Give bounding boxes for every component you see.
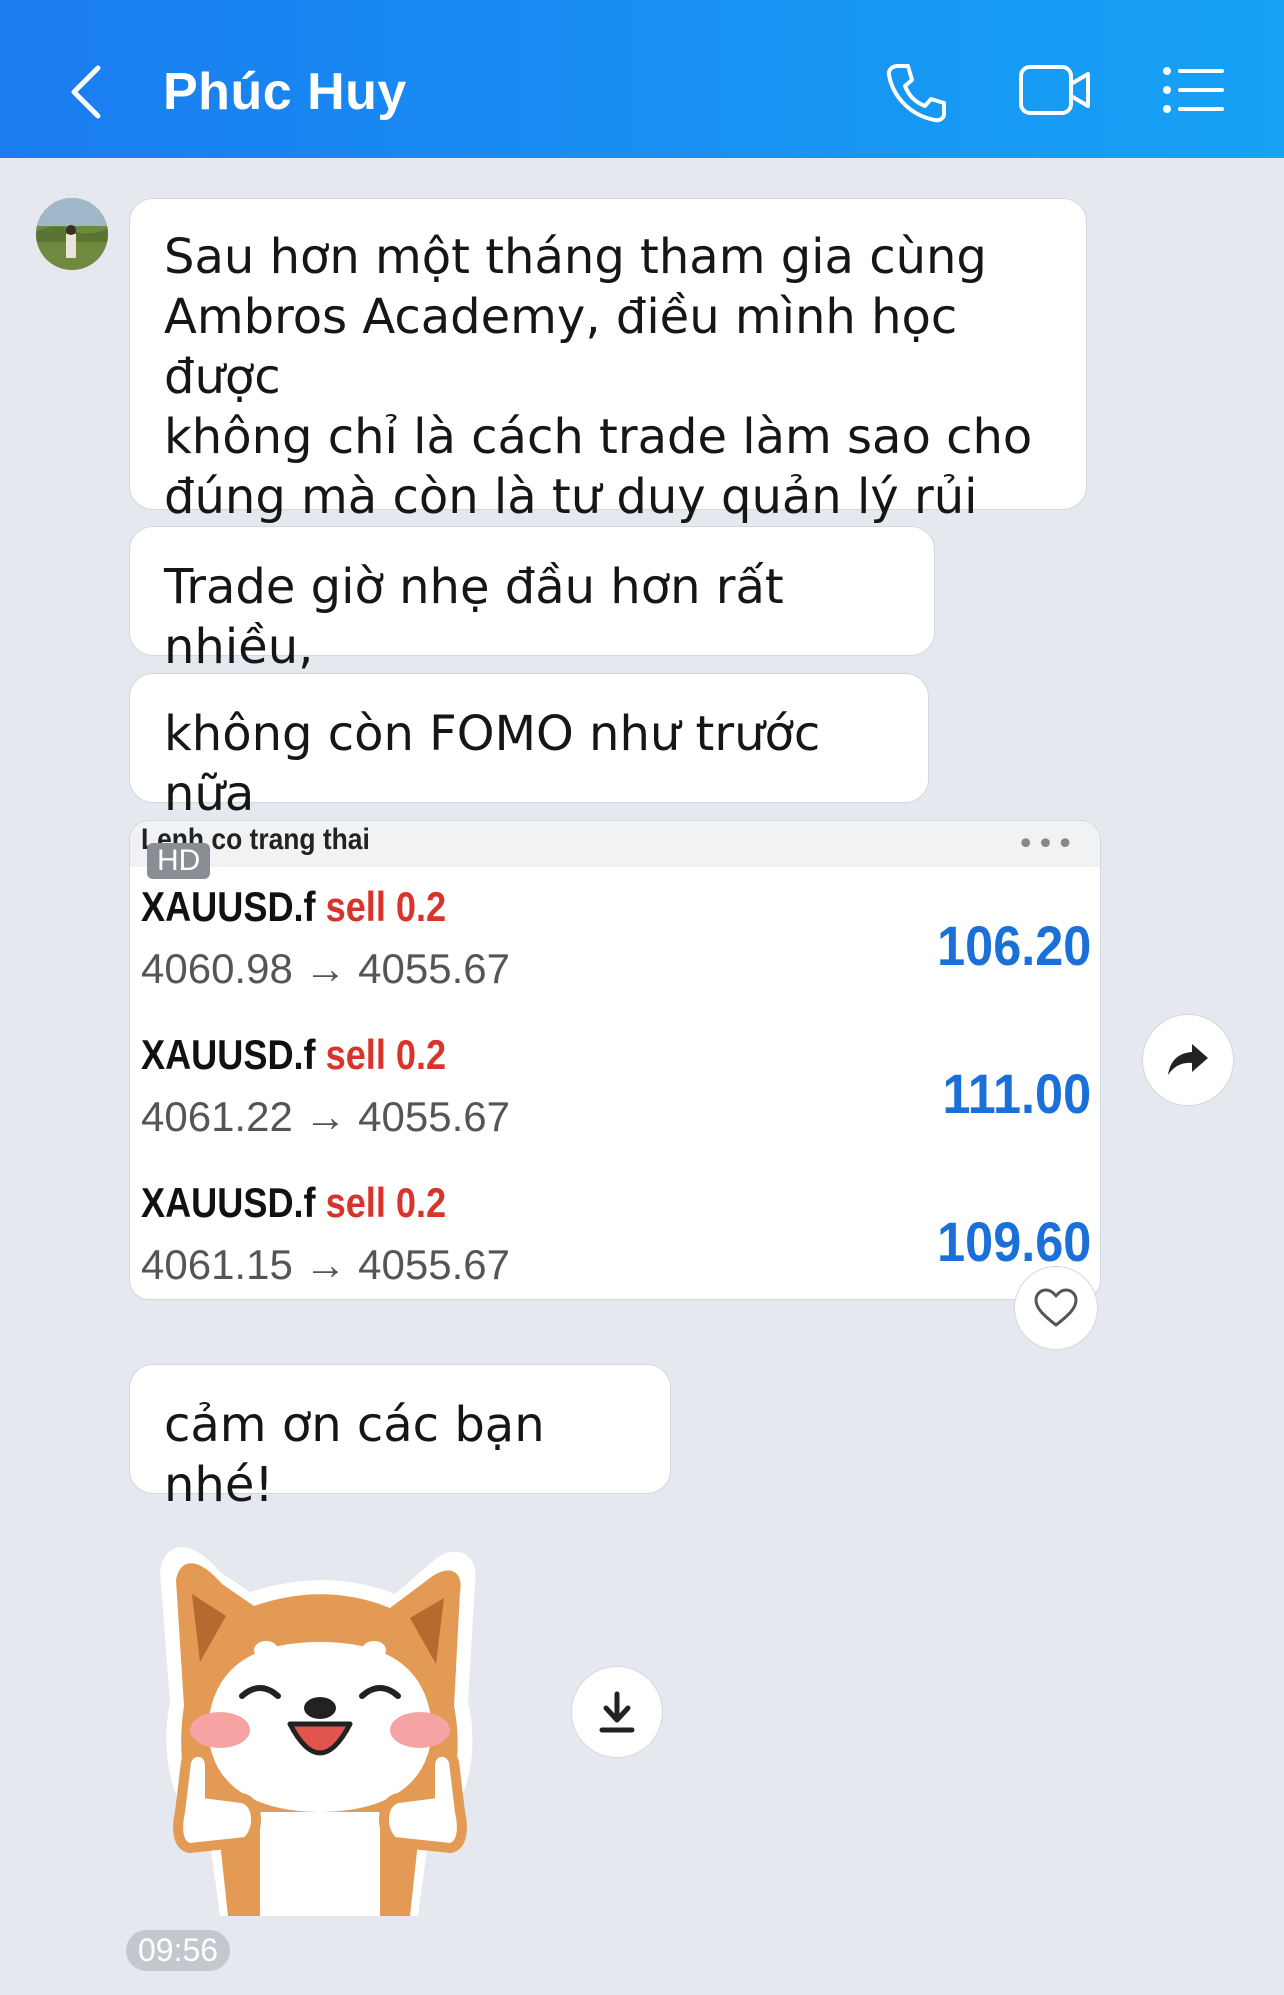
contact-name[interactable]: Phúc Huy <box>163 62 407 122</box>
download-icon <box>599 1691 635 1733</box>
like-button[interactable] <box>1014 1266 1098 1350</box>
trade-prices: 4060.98 → 4055.67 <box>141 945 510 992</box>
image-message[interactable]: Lenh co trang thai ••• HD XAUUSD.f sell … <box>129 820 1101 1300</box>
trade-side: sell 0.2 <box>325 1031 447 1078</box>
download-button[interactable] <box>571 1666 663 1758</box>
more-dots-icon: ••• <box>1016 827 1076 862</box>
trade-profit: 109.60 <box>936 1210 1091 1273</box>
trade-prices: 4061.15 → 4055.67 <box>141 1241 510 1288</box>
trade-prices: 4061.22 → 4055.67 <box>141 1093 510 1140</box>
trade-profit: 111.00 <box>942 1062 1091 1125</box>
chat-header: Phúc Huy <box>0 0 1284 158</box>
back-chevron-icon[interactable] <box>60 60 120 120</box>
message-bubble[interactable]: cảm ơn các bạn nhé! <box>129 1364 671 1513</box>
shiba-sticker[interactable] <box>150 1512 490 1916</box>
trade-side: sell 0.2 <box>325 883 447 930</box>
trade-profit: 106.20 <box>936 914 1091 977</box>
avatar[interactable] <box>36 198 108 270</box>
share-arrow-icon <box>1168 1044 1208 1075</box>
hd-badge: HD <box>147 843 211 879</box>
trade-row: XAUUSD.f sell 0.2 4061.15 → 4055.67 109.… <box>141 1179 1091 1299</box>
share-button[interactable] <box>1142 1014 1234 1106</box>
message-bubble[interactable]: Trade giờ nhẹ đầu hơn rất nhiều, <box>129 526 935 675</box>
trade-row: XAUUSD.f sell 0.2 4060.98 → 4055.67 106.… <box>141 883 1091 1023</box>
trade-side: sell 0.2 <box>325 1179 447 1226</box>
heart-icon <box>1034 1288 1078 1327</box>
trade-symbol: XAUUSD.f sell 0.2 <box>141 883 447 930</box>
message-timestamp: 09:56 <box>126 1930 231 1971</box>
phone-icon[interactable] <box>884 62 948 128</box>
trade-row: XAUUSD.f sell 0.2 4061.22 → 4055.67 111.… <box>141 1031 1091 1171</box>
message-bubble[interactable]: Sau hơn một tháng tham gia cùng Ambros A… <box>129 198 1087 585</box>
trade-symbol: XAUUSD.f sell 0.2 <box>141 1179 447 1226</box>
video-camera-icon[interactable] <box>1018 62 1092 122</box>
trade-symbol: XAUUSD.f sell 0.2 <box>141 1031 447 1078</box>
message-bubble[interactable]: không còn FOMO như trước nữa <box>129 673 929 822</box>
list-menu-icon[interactable] <box>1162 66 1224 118</box>
